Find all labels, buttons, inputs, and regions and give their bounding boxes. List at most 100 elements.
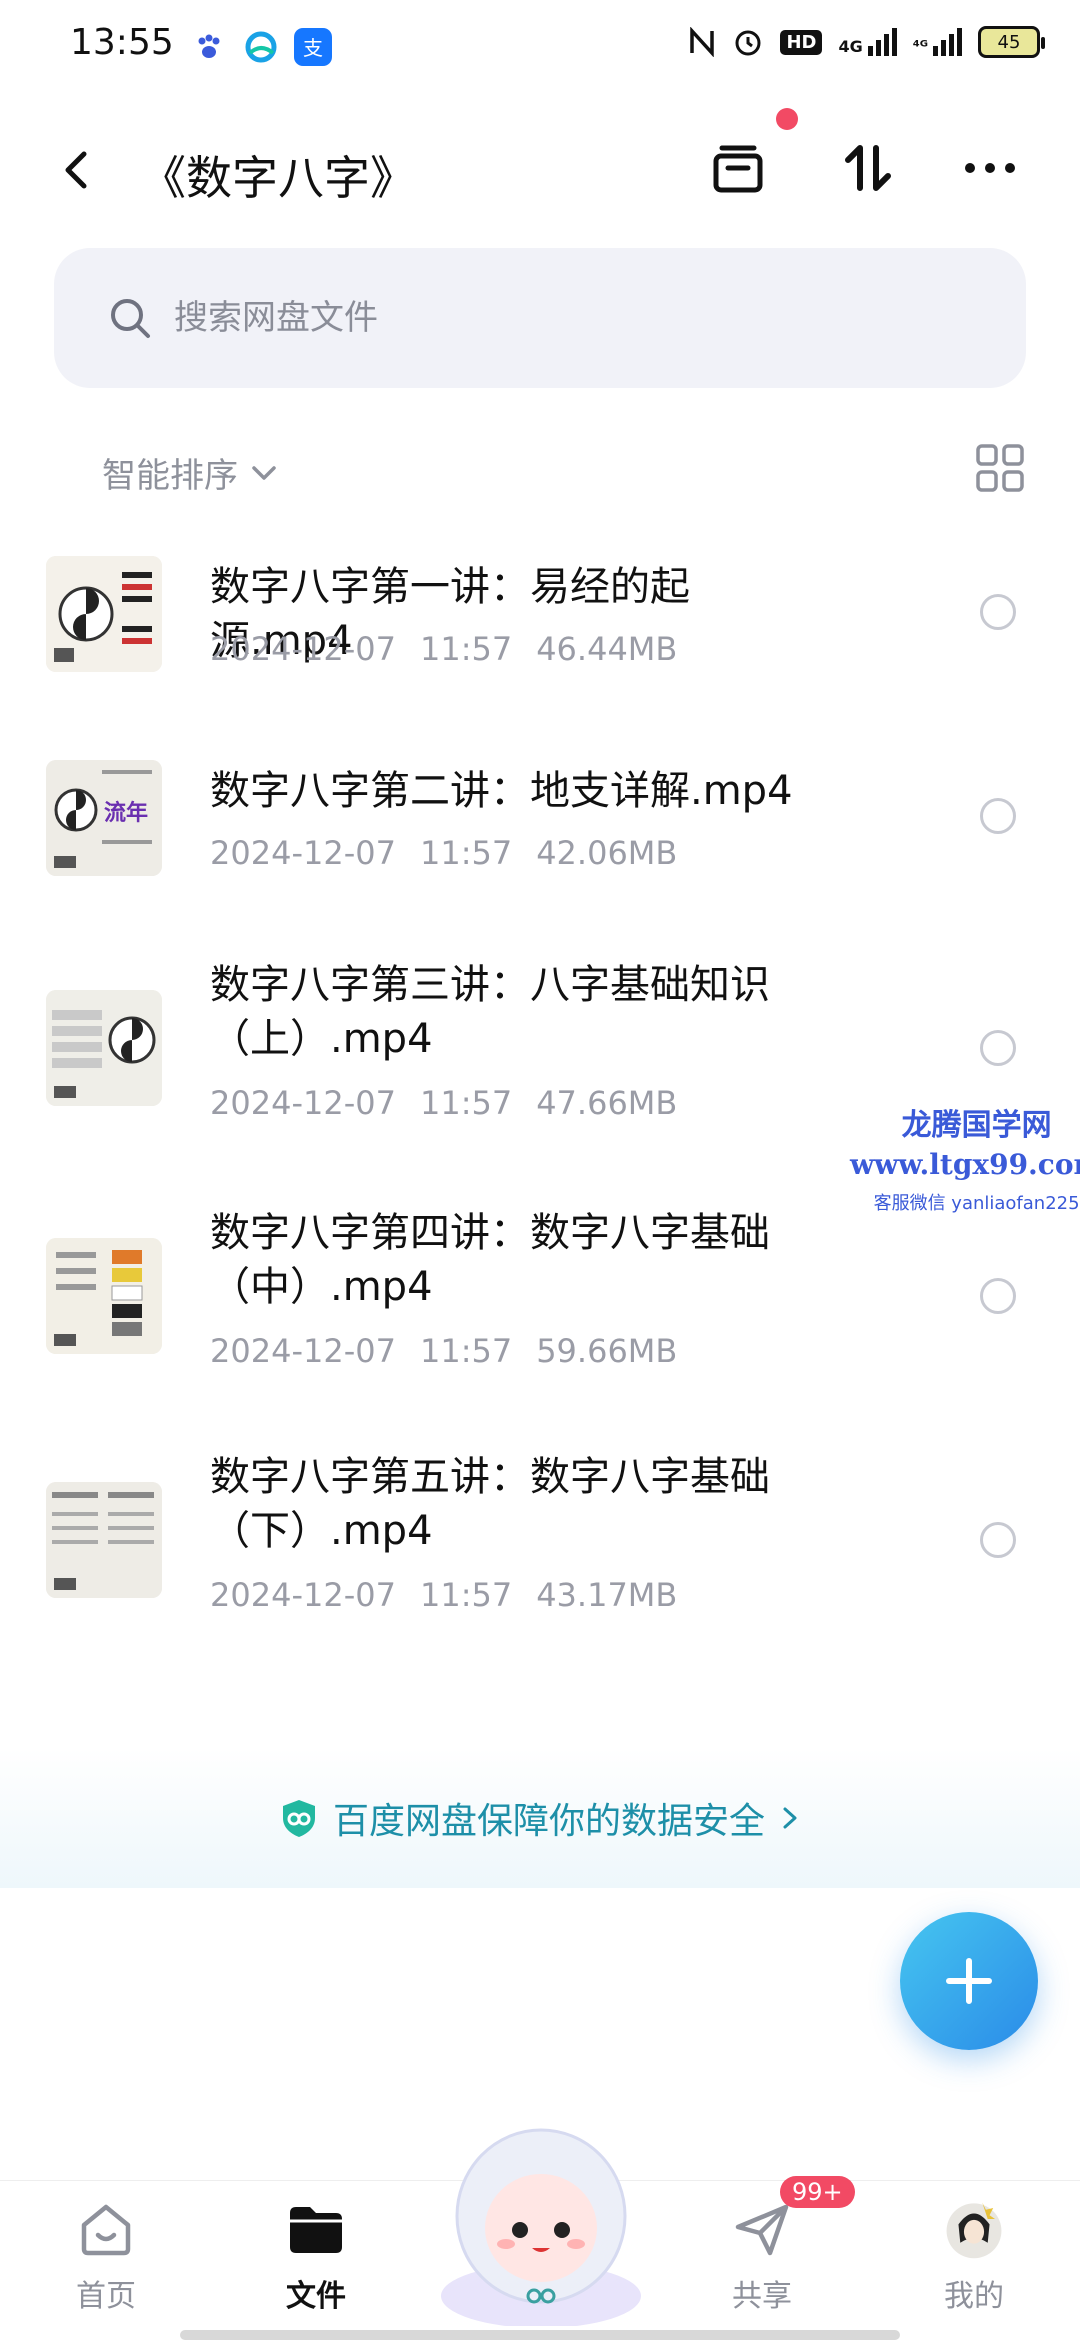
chevron-down-icon <box>252 465 276 480</box>
home-indicator[interactable] <box>180 2330 900 2340</box>
file-name: 数字八字第五讲：数字八字基础（下）.mp4 <box>210 1454 770 1554</box>
sort-toggle-button[interactable] <box>836 136 900 200</box>
list-item[interactable]: 数字八字第四讲：数字八字基础（中）.mp4 2024-12-07 11:57 59.… <box>0 1196 1080 1440</box>
back-button[interactable] <box>50 142 106 198</box>
status-bar: 13:55 支 HD 4G ⁴ᴳ 45 <box>0 0 1080 96</box>
select-radio[interactable] <box>980 1522 1016 1558</box>
transfer-list-button[interactable] <box>706 136 770 200</box>
file-meta: 2024-12-07 11:57 43.17MB <box>210 1576 701 1614</box>
file-size: 46.44MB <box>536 630 678 668</box>
file-meta: 2024-12-07 11:57 46.44MB <box>210 630 701 668</box>
watermark-url: www.ltgx99.com <box>850 1148 1080 1181</box>
folder-icon <box>284 2197 348 2261</box>
grid-view-button[interactable] <box>972 440 1028 496</box>
svg-text:流年: 流年 <box>104 800 148 826</box>
watermark: 龙腾国学网 www.ltgx99.com 客服微信 yanliaofan225 <box>850 1100 1080 1215</box>
file-date: 2024-12-07 <box>210 1332 396 1370</box>
list-item[interactable]: 数字八字第五讲：数字八字基础（下）.mp4 2024-12-07 11:57 43.… <box>0 1440 1080 1684</box>
signal-2: ⁴ᴳ <box>913 28 962 56</box>
video-thumbnail: 流年 <box>46 760 162 876</box>
shield-icon <box>282 1800 315 1837</box>
watermark-title: 龙腾国学网 <box>901 1108 1052 1143</box>
grid-icon <box>976 444 1024 492</box>
more-dots-icon <box>965 163 1015 173</box>
safety-banner[interactable]: 百度网盘保障你的数据安全 <box>0 1748 1080 1888</box>
file-size: 59.66MB <box>536 1332 678 1370</box>
nav-files-label: 文件 <box>286 2279 346 2314</box>
file-date: 2024-12-07 <box>210 834 396 872</box>
hd-badge: HD <box>780 29 823 55</box>
file-name: 数字八字第三讲：八字基础知识（上）.mp4 <box>210 962 770 1062</box>
add-button[interactable] <box>900 1912 1038 2050</box>
status-time: 13:55 <box>70 22 174 63</box>
chevron-left-icon <box>65 151 87 189</box>
select-radio[interactable] <box>980 594 1016 630</box>
file-date: 2024-12-07 <box>210 630 396 668</box>
sort-arrows-icon <box>845 145 891 191</box>
watermark-contact: 客服微信 yanliaofan225 <box>873 1193 1080 1214</box>
file-date: 2024-12-07 <box>210 1576 396 1614</box>
file-date: 2024-12-07 <box>210 1084 396 1122</box>
nfc-icon <box>690 27 715 57</box>
svg-text:支: 支 <box>303 36 323 60</box>
select-radio[interactable] <box>980 1278 1016 1314</box>
list-item[interactable]: 流年 数字八字第二讲：地支详解.mp4 2024-12-07 11:57 42.06… <box>0 744 1080 944</box>
page-title: 《数字八字》 <box>140 151 416 205</box>
archive-box-icon <box>713 145 763 193</box>
avatar <box>942 2197 1006 2261</box>
more-button[interactable] <box>958 136 1022 200</box>
plus-icon <box>946 1958 992 2004</box>
file-name: 数字八字第二讲：地支详解.mp4 <box>210 768 793 814</box>
share-badge: 99+ <box>780 2176 855 2208</box>
paw-app-icon <box>190 28 228 66</box>
status-app-icons: 支 <box>190 28 332 66</box>
nav-me[interactable]: 我的 <box>904 2197 1044 2315</box>
file-time: 11:57 <box>419 834 513 872</box>
video-thumbnail <box>46 1482 162 1598</box>
signal-1: 4G <box>838 28 897 56</box>
sort-label: 智能排序 <box>102 456 238 496</box>
file-size: 42.06MB <box>536 834 678 872</box>
file-size: 43.17MB <box>536 1576 678 1614</box>
nav-share[interactable]: 共享 <box>692 2197 832 2315</box>
video-thumbnail <box>46 990 162 1106</box>
search-input[interactable] <box>174 298 874 338</box>
sort-dropdown[interactable]: 智能排序 <box>102 448 280 497</box>
battery-level: 45 <box>997 31 1021 53</box>
select-radio[interactable] <box>980 798 1016 834</box>
video-thumbnail <box>46 1238 162 1354</box>
nav-share-label: 共享 <box>732 2279 792 2314</box>
search-bar[interactable] <box>54 248 1026 388</box>
nav-me-label: 我的 <box>944 2279 1004 2314</box>
alipay-app-icon: 支 <box>294 28 332 66</box>
notification-dot <box>776 108 798 130</box>
list-item[interactable]: 数字八字第一讲：易经的起源.mp4 2024-12-07 11:57 46.44MB <box>0 540 1080 740</box>
file-time: 11:57 <box>419 1576 513 1614</box>
ai-assistant-mascot[interactable] <box>428 2116 654 2328</box>
file-time: 11:57 <box>419 1084 513 1122</box>
file-meta: 2024-12-07 11:57 42.06MB <box>210 834 701 872</box>
nav-home-label: 首页 <box>76 2279 136 2314</box>
file-meta: 2024-12-07 11:57 59.66MB <box>210 1332 701 1370</box>
video-thumbnail <box>46 556 162 672</box>
file-time: 11:57 <box>419 630 513 668</box>
nav-files[interactable]: 文件 <box>246 2197 386 2315</box>
header: 《数字八字》 <box>0 108 1080 220</box>
sort-row: 智能排序 <box>0 440 1080 500</box>
safety-banner-text: 百度网盘保障你的数据安全 <box>332 1801 765 1842</box>
chevron-right-icon <box>783 1807 797 1829</box>
status-right: HD 4G ⁴ᴳ 45 <box>688 26 1045 58</box>
search-icon <box>111 299 150 338</box>
select-radio[interactable] <box>980 1030 1016 1066</box>
home-icon <box>74 2197 138 2261</box>
network-label: 4G <box>838 37 863 56</box>
paper-plane-icon <box>730 2197 794 2261</box>
file-size: 47.66MB <box>536 1084 678 1122</box>
nav-home[interactable]: 首页 <box>36 2197 176 2315</box>
alarm-icon <box>735 30 761 56</box>
file-name: 数字八字第四讲：数字八字基础（中）.mp4 <box>210 1210 770 1310</box>
battery-icon: 45 <box>978 26 1045 58</box>
file-meta: 2024-12-07 11:57 47.66MB <box>210 1084 701 1122</box>
browser-app-icon <box>242 28 280 66</box>
file-time: 11:57 <box>419 1332 513 1370</box>
